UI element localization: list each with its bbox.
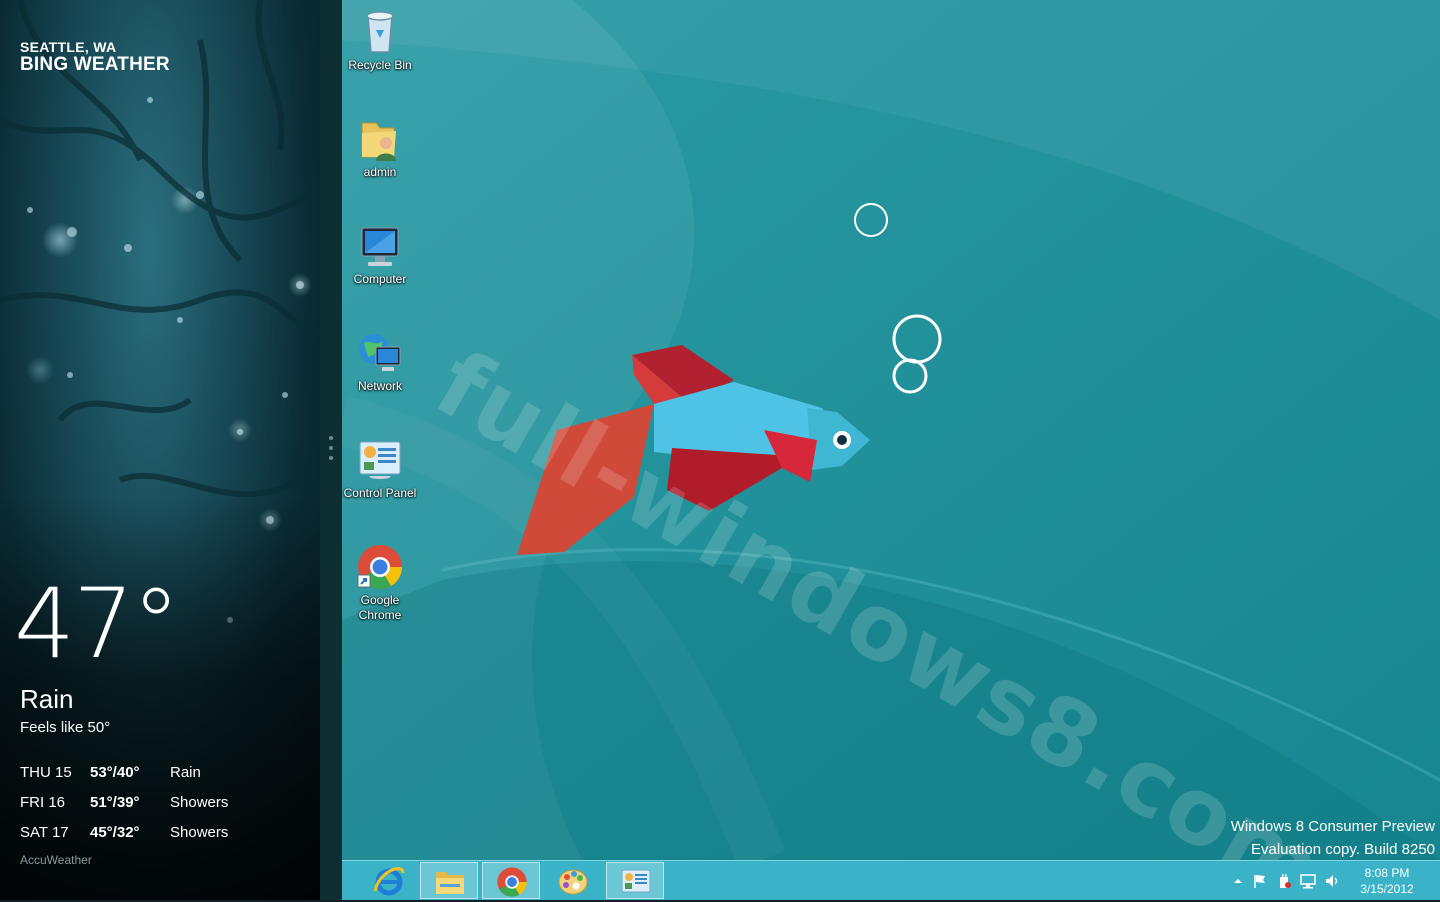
desktop-icon-label: Control Panel — [343, 486, 417, 500]
weather-app-title: BING WEATHER — [20, 54, 170, 75]
desktop-icon-computer[interactable]: Computer — [342, 222, 420, 287]
paint-icon — [557, 865, 589, 897]
desktop-icon-control-panel[interactable]: Control Panel — [342, 436, 420, 501]
splitter-grip-dot — [329, 456, 333, 460]
taskbar-control-panel[interactable] — [606, 862, 664, 899]
desktop-icon-admin[interactable]: admin — [342, 115, 420, 180]
network-icon — [356, 329, 404, 377]
show-hidden-icons-button[interactable] — [1230, 873, 1246, 889]
network-icon[interactable] — [1300, 873, 1316, 889]
forecast-condition: Rain — [170, 764, 201, 781]
edition-watermark-line2: Evaluation copy. Build 8250 — [1250, 841, 1435, 858]
splitter-grip-dot — [329, 436, 333, 440]
clock-date: 3/15/2012 — [1360, 882, 1414, 896]
internet-explorer-icon — [373, 865, 405, 897]
notification-area[interactable]: 8:08 PM 3/15/2012 — [1220, 861, 1440, 900]
desktop-icon-label: Google Chrome — [358, 593, 402, 622]
desktop-icon-label: Network — [357, 379, 402, 393]
forecast-row[interactable]: SAT 17 45°/32° Showers — [20, 824, 300, 848]
forecast-day: SAT 17 — [20, 824, 69, 841]
forecast-temps: 53°/40° — [90, 764, 140, 781]
forecast-temps: 45°/32° — [90, 824, 140, 841]
edition-watermark-line1: Windows 8 Consumer Preview — [1230, 818, 1435, 835]
desktop-icon-recycle-bin[interactable]: Recycle Bin — [342, 8, 420, 73]
desktop-icon-label: admin — [363, 165, 397, 179]
taskbar-file-explorer[interactable] — [420, 862, 478, 899]
control-panel-icon — [356, 436, 404, 484]
power-icon[interactable] — [1276, 873, 1292, 889]
forecast-temps: 51°/39° — [90, 794, 140, 811]
recycle-bin-icon — [356, 8, 404, 56]
taskbar-internet-explorer[interactable] — [360, 862, 418, 899]
desktop-icon-google-chrome[interactable]: Google Chrome — [342, 543, 420, 623]
user-folder-icon — [356, 115, 404, 163]
forecast-condition: Showers — [170, 824, 229, 841]
forecast-row[interactable]: FRI 16 51°/39° Showers — [20, 794, 300, 818]
feels-like: Feels like 50° — [20, 719, 111, 736]
weather-app-pane[interactable]: SEATTLE, WA BING WEATHER 47° Rain Feels … — [0, 0, 320, 900]
taskbar[interactable]: 8:08 PM 3/15/2012 — [342, 860, 1440, 900]
system-clock[interactable]: 8:08 PM 3/15/2012 — [1352, 865, 1422, 897]
weather-provider-credit[interactable]: AccuWeather — [20, 853, 92, 867]
forecast-row[interactable]: THU 15 53°/40° Rain — [20, 764, 300, 788]
desktop-icon-network[interactable]: Network — [342, 329, 420, 394]
computer-icon — [356, 222, 404, 270]
file-explorer-icon — [434, 866, 466, 898]
clock-time: 8:08 PM — [1364, 866, 1410, 880]
desktop[interactable]: full-windows8.com Recycle Bin admin Comp… — [342, 0, 1440, 860]
taskbar-google-chrome[interactable] — [482, 862, 540, 899]
forecast-day: THU 15 — [20, 764, 72, 781]
forecast-condition: Showers — [170, 794, 229, 811]
current-temperature: 47° — [14, 568, 180, 680]
forecast-day: FRI 16 — [20, 794, 66, 811]
desktop-icon-label: Computer — [353, 272, 407, 286]
current-condition: Rain — [20, 684, 74, 714]
weather-city: SEATTLE, WA — [20, 39, 117, 55]
chrome-icon — [496, 866, 528, 898]
snap-splitter[interactable] — [320, 0, 342, 900]
desktop-icon-label: Recycle Bin — [348, 58, 412, 72]
volume-icon[interactable] — [1324, 873, 1340, 889]
action-center-flag-icon[interactable] — [1252, 873, 1268, 889]
control-panel-icon — [620, 866, 652, 898]
splitter-grip-dot — [329, 446, 333, 450]
chrome-icon — [356, 543, 404, 591]
taskbar-paint[interactable] — [544, 862, 602, 899]
